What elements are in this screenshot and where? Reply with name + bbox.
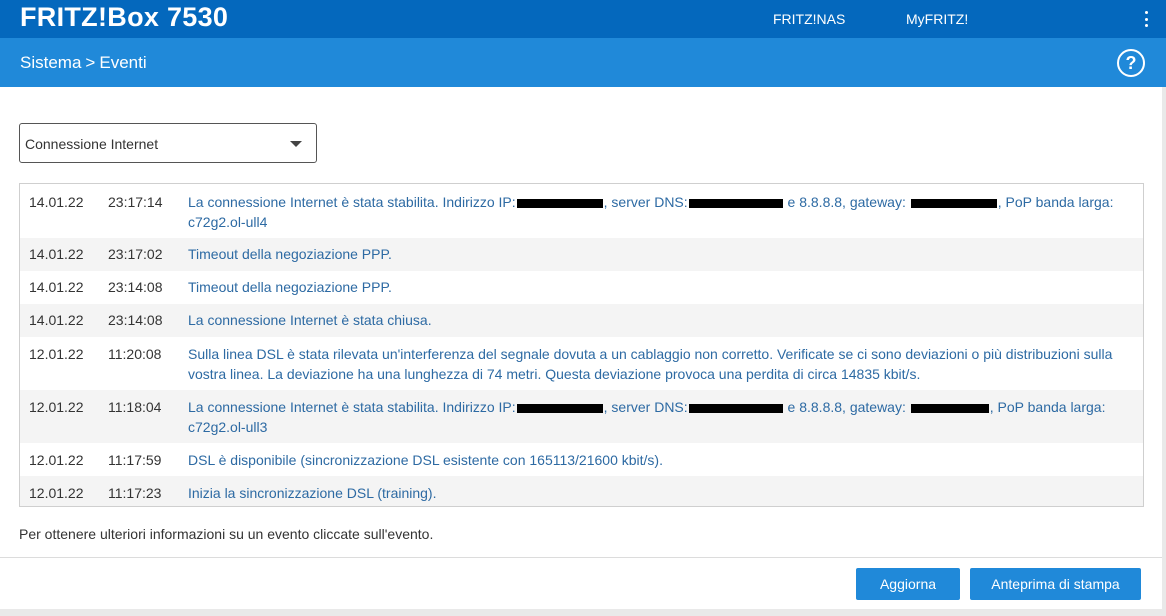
- top-header: FRITZ!Box 7530 FRITZ!NAS MyFRITZ!: [0, 0, 1166, 38]
- event-message: Timeout della negoziazione PPP.: [188, 246, 392, 262]
- event-time: 11:17:59: [108, 452, 162, 468]
- nav-fritz-nas[interactable]: FRITZ!NAS: [773, 11, 845, 27]
- nav-myfritz[interactable]: MyFRITZ!: [906, 11, 968, 27]
- event-message: La connessione Internet è stata chiusa.: [188, 312, 432, 328]
- event-filter-value: Connessione Internet: [25, 136, 159, 152]
- main-content: Connessione Internet 14.01.22 23:17:14 L…: [0, 87, 1162, 609]
- event-date: 14.01.22: [29, 246, 84, 262]
- redacted-block: [688, 198, 783, 208]
- event-row[interactable]: 14.01.22 23:17:02 Timeout della negoziaz…: [20, 238, 1143, 271]
- redacted-block: [688, 403, 783, 413]
- event-row[interactable]: 12.01.22 11:20:08 Sulla linea DSL è stat…: [20, 337, 1143, 390]
- redacted-block: [910, 403, 989, 413]
- breadcrumb: Sistema > Eventi: [20, 53, 147, 73]
- event-time: 11:20:08: [108, 346, 162, 362]
- vertical-dots-icon[interactable]: [1138, 11, 1154, 27]
- event-time: 11:17:23: [108, 485, 162, 501]
- breadcrumb-bar: Sistema > Eventi ?: [0, 38, 1166, 87]
- event-message: La connessione Internet è stata stabilit…: [188, 194, 1114, 230]
- redacted-block: [516, 403, 603, 413]
- event-date: 12.01.22: [29, 399, 84, 415]
- help-circle-icon[interactable]: ?: [1117, 49, 1145, 77]
- dropdown-arrow-icon: [290, 141, 302, 147]
- event-date: 14.01.22: [29, 279, 84, 295]
- event-time: 23:14:08: [108, 279, 163, 295]
- event-time: 11:18:04: [108, 399, 162, 415]
- event-row[interactable]: 12.01.22 11:17:23 Inizia la sincronizzaz…: [20, 476, 1143, 506]
- breadcrumb-current: Eventi: [99, 53, 147, 72]
- event-date: 12.01.22: [29, 485, 84, 501]
- event-row[interactable]: 12.01.22 11:17:59 DSL è disponibile (sin…: [20, 443, 1143, 476]
- event-message: Sulla linea DSL è stata rilevata un'inte…: [188, 346, 1113, 382]
- event-row[interactable]: 12.01.22 11:18:04 La connessione Interne…: [20, 390, 1143, 443]
- divider: [0, 557, 1162, 558]
- redacted-block: [910, 198, 997, 208]
- print-preview-button[interactable]: Anteprima di stampa: [970, 568, 1141, 600]
- event-message: Timeout della negoziazione PPP.: [188, 279, 392, 295]
- breadcrumb-separator: >: [85, 53, 96, 72]
- event-row[interactable]: 14.01.22 23:17:14 La connessione Interne…: [20, 184, 1143, 238]
- event-message: Inizia la sincronizzazione DSL (training…: [188, 485, 437, 501]
- event-date: 12.01.22: [29, 452, 84, 468]
- event-date: 14.01.22: [29, 312, 84, 328]
- event-date: 12.01.22: [29, 346, 84, 362]
- event-time: 23:17:14: [108, 194, 163, 210]
- event-time: 23:14:08: [108, 312, 163, 328]
- event-message: DSL è disponibile (sincronizzazione DSL …: [188, 452, 663, 468]
- event-date: 14.01.22: [29, 194, 84, 210]
- event-row[interactable]: 14.01.22 23:14:08 Timeout della negoziaz…: [20, 271, 1143, 304]
- event-message: La connessione Internet è stata stabilit…: [188, 399, 1106, 435]
- event-row[interactable]: 14.01.22 23:14:08 La connessione Interne…: [20, 304, 1143, 337]
- event-filter-select[interactable]: Connessione Internet: [19, 123, 317, 163]
- event-list: 14.01.22 23:17:14 La connessione Interne…: [19, 183, 1144, 507]
- refresh-button[interactable]: Aggiorna: [856, 568, 960, 600]
- event-time: 23:17:02: [108, 246, 163, 262]
- redacted-block: [516, 198, 603, 208]
- breadcrumb-parent[interactable]: Sistema: [20, 53, 81, 72]
- product-logo: FRITZ!Box 7530: [20, 2, 229, 32]
- info-text: Per ottenere ulteriori informazioni su u…: [19, 526, 434, 542]
